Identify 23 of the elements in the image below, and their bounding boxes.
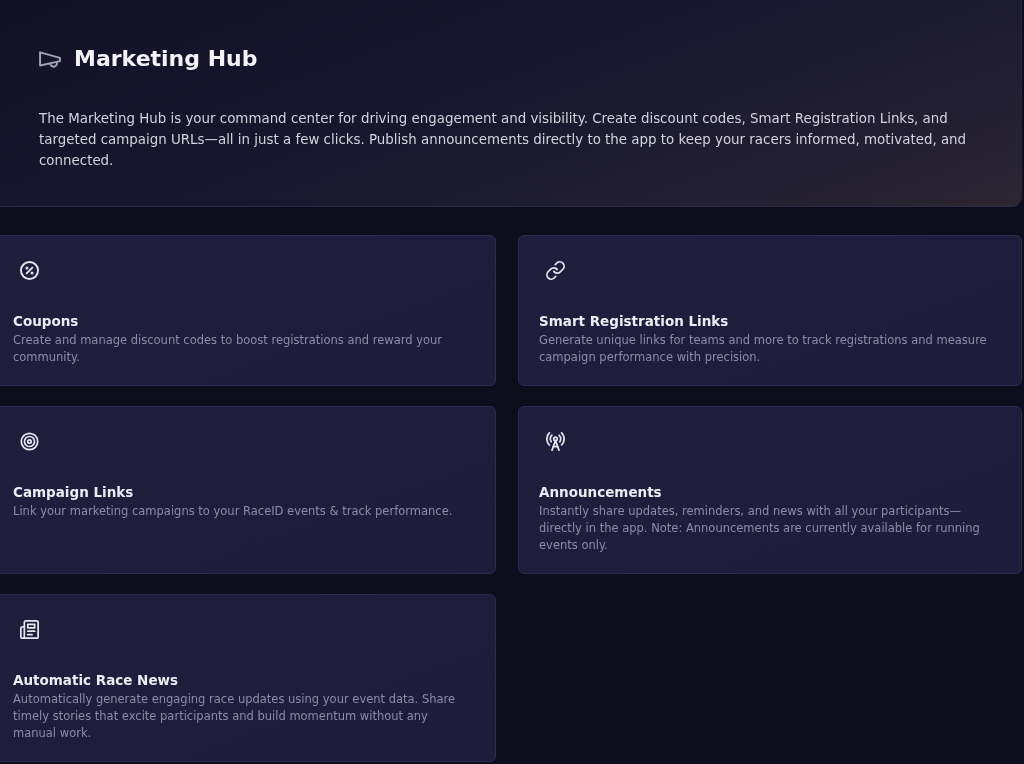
megaphone-icon (39, 49, 61, 69)
feature-card[interactable]: Announcements Instantly share updates, reminders, and news with all your participants—directly in the app. Note: Announcements are currently available for running events only. (518, 406, 1022, 574)
card-description: Automatically generate engaging race updates using your event data. Share timely stories that excite participants and build momentum without any manual work. (13, 691, 457, 742)
card-description: Link your marketing campaigns to your RaceID events & track performance. (13, 503, 453, 520)
card-title: Automatic Race News (13, 671, 179, 690)
card-title: Smart Registration Links (539, 312, 729, 331)
page-description: The Marketing Hub is your command center for driving engagement and visibility. Create discount codes, Smart Registration Links, and targeted campaign URLs—all in just a few clicks. Publish announcements directly to the app to keep your racers informed, motivated, and connected. (39, 110, 968, 170)
percent-circle-icon (20, 261, 39, 280)
card-title: Campaign Links (13, 483, 134, 502)
page-title: Marketing Hub (74, 45, 258, 73)
radio-tower-icon (546, 432, 565, 451)
feature-card[interactable]: Coupons Create and manage discount codes to boost registrations and reward your community. (0, 235, 496, 386)
card-title: Coupons (13, 312, 79, 331)
card-title: Announcements (539, 483, 662, 502)
feature-card[interactable]: Automatic Race News Automatically generate engaging race updates using your event data. Share timely stories that excite participants and build momentum without any manual work. (0, 594, 496, 762)
feature-card[interactable]: Campaign Links Link your marketing campaigns to your RaceID events & track performance. (0, 406, 496, 574)
link-icon (546, 261, 565, 280)
card-description: Generate unique links for teams and more to track registrations and measure campaign performance with precision. (539, 332, 988, 366)
target-icon (20, 432, 39, 451)
newspaper-icon (20, 620, 39, 639)
card-description: Create and manage discount codes to boost registrations and reward your community. (13, 332, 444, 366)
card-description: Instantly share updates, reminders, and news with all your participants—directly in the app. Note: Announcements are currently available for running events only. (539, 503, 981, 554)
feature-card[interactable]: Smart Registration Links Generate unique links for teams and more to track registrations and measure campaign performance with precision. (518, 235, 1022, 386)
